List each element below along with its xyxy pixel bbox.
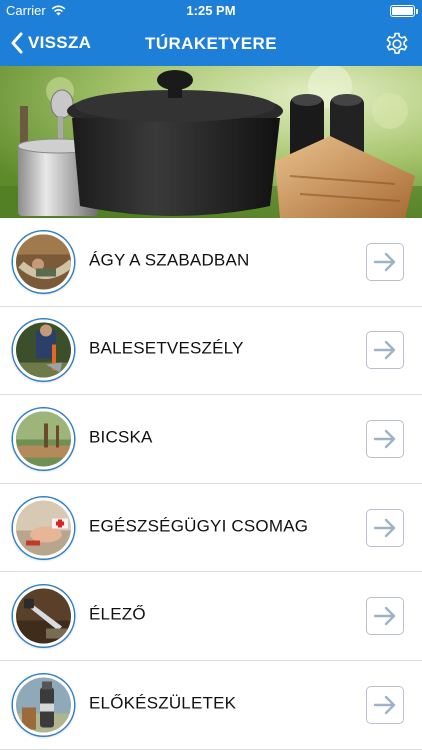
axe-photo-icon xyxy=(13,319,74,381)
arrow-right-button[interactable] xyxy=(366,331,404,370)
arrow-right-icon xyxy=(373,429,396,449)
arrow-right-icon xyxy=(373,695,396,714)
list-item-label: ÉLEZŐ xyxy=(89,604,146,624)
arrow-right-icon xyxy=(373,518,396,537)
list-item[interactable]: EGÉSZSÉGÜGYI CSOMAG xyxy=(0,484,422,573)
list-item[interactable]: BICSKA xyxy=(0,395,422,484)
knife-log-photo-icon xyxy=(13,408,74,470)
status-time: 1:25 PM xyxy=(186,3,236,18)
gear-icon[interactable] xyxy=(384,31,410,57)
sharpener-photo-icon xyxy=(13,585,74,647)
page-title: TÚRAKETYERE xyxy=(145,34,277,53)
list-item[interactable]: ÉLEZŐ xyxy=(0,572,422,661)
arrow-right-icon xyxy=(373,252,396,271)
arrow-right-icon xyxy=(373,606,396,626)
list-item-label: BALESETVESZÉLY xyxy=(89,338,244,358)
hero-image xyxy=(0,66,422,218)
battery-icon xyxy=(390,5,418,17)
list-item[interactable]: BALESETVESZÉLY xyxy=(0,307,422,396)
arrow-right-button[interactable] xyxy=(366,419,404,458)
list-item[interactable]: ELŐKÉSZÜLETEK xyxy=(0,661,422,750)
list-item-label: ELŐKÉSZÜLETEK xyxy=(89,693,237,713)
navigation-bar: VISSZA TÚRAKETYERE xyxy=(0,22,422,66)
list-item[interactable]: ÁGY A SZABADBAN xyxy=(0,218,422,307)
camping-gear-illustration xyxy=(0,66,422,218)
topic-list: ÁGY A SZABADBAN BALESETVESZÉLY BICSKA EG… xyxy=(0,218,422,750)
hammock-photo-icon xyxy=(13,231,74,293)
list-item-label: BICSKA xyxy=(89,427,153,447)
first-aid-photo-icon xyxy=(13,497,74,559)
arrow-right-button[interactable] xyxy=(366,685,404,724)
gear-bottle-photo-icon xyxy=(13,674,74,736)
arrow-right-icon xyxy=(373,341,396,360)
list-item-label: EGÉSZSÉGÜGYI CSOMAG xyxy=(89,515,309,535)
list-item-label: ÁGY A SZABADBAN xyxy=(89,250,250,270)
arrow-right-button[interactable] xyxy=(366,597,404,636)
arrow-right-button[interactable] xyxy=(366,508,404,547)
arrow-right-button[interactable] xyxy=(366,242,404,281)
status-bar: Carrier 1:25 PM xyxy=(0,0,422,22)
